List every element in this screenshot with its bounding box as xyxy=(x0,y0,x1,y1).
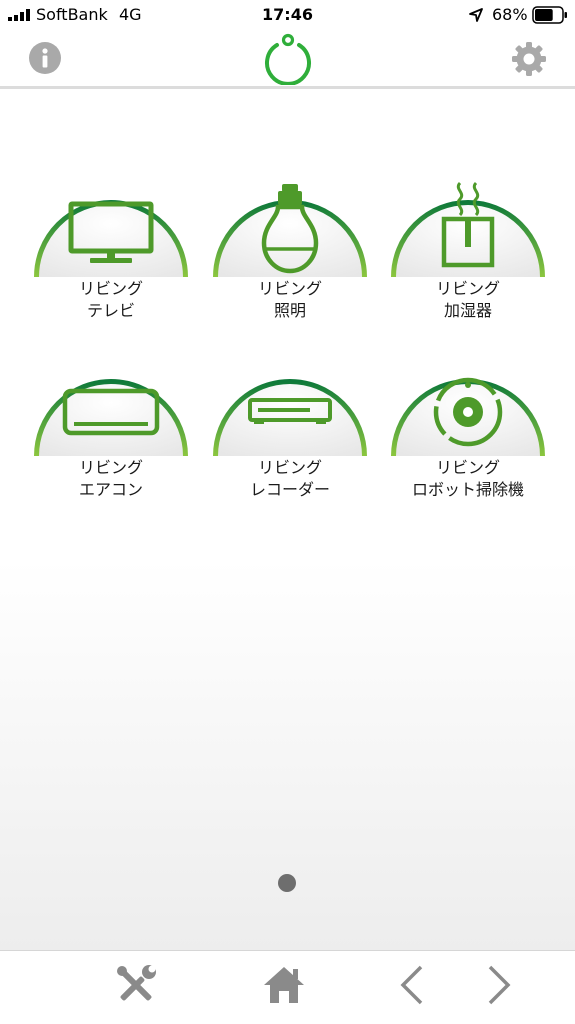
device-label: リビング 照明 xyxy=(210,278,370,322)
device-room-label: リビング xyxy=(78,458,143,477)
device-tile-air-conditioner[interactable]: リビング エアコン xyxy=(31,336,191,506)
light-bulb-icon xyxy=(261,184,319,274)
power-logo-icon xyxy=(265,33,311,85)
device-label: リビング テレビ xyxy=(31,278,191,322)
device-tile-light[interactable]: リビング 照明 xyxy=(210,157,370,327)
status-time: 17:46 xyxy=(262,5,313,24)
chevron-right-icon[interactable] xyxy=(476,963,520,1007)
device-room-label: リビング xyxy=(257,458,322,477)
robot-vacuum-icon xyxy=(433,377,503,447)
home-icon[interactable] xyxy=(262,963,306,1007)
device-type-label: ロボット掃除機 xyxy=(411,480,524,499)
battery-icon xyxy=(532,6,567,24)
device-type-label: 照明 xyxy=(273,301,306,320)
device-tile-tv[interactable]: リビング テレビ xyxy=(31,157,191,327)
device-tile-recorder[interactable]: リビング レコーダー xyxy=(210,336,370,506)
device-room-label: リビング xyxy=(78,279,143,298)
status-bar: SoftBank 4G 17:46 68% xyxy=(0,0,575,30)
page-indicator-dot xyxy=(278,874,296,892)
recorder-icon xyxy=(248,398,332,424)
gear-icon[interactable] xyxy=(511,41,547,77)
info-icon[interactable] xyxy=(29,42,61,74)
device-label: リビング レコーダー xyxy=(210,457,370,501)
tv-icon xyxy=(68,201,154,263)
location-arrow-icon xyxy=(469,8,483,22)
device-room-label: リビング xyxy=(435,458,500,477)
tools-icon[interactable] xyxy=(114,963,158,1007)
device-type-label: テレビ xyxy=(86,301,135,320)
bottom-toolbar xyxy=(0,950,575,1024)
device-arc xyxy=(213,379,367,456)
device-type-label: 加湿器 xyxy=(443,301,492,320)
device-label: リビング 加湿器 xyxy=(388,278,548,322)
app-header xyxy=(0,30,575,89)
device-tile-robot-vacuum[interactable]: リビング ロボット掃除機 xyxy=(388,336,548,506)
device-type-label: レコーダー xyxy=(249,480,330,499)
device-label: リビング ロボット掃除機 xyxy=(388,457,548,501)
device-tile-humidifier[interactable]: リビング 加湿器 xyxy=(388,157,548,327)
air-conditioner-icon xyxy=(62,388,160,436)
humidifier-icon xyxy=(441,181,495,268)
app-screen: SoftBank 4G 17:46 68% リビング テレビ リビング 照明 リ… xyxy=(0,0,575,1024)
device-room-label: リビング xyxy=(435,279,500,298)
device-room-label: リビング xyxy=(257,279,322,298)
chevron-left-icon[interactable] xyxy=(391,963,435,1007)
device-type-label: エアコン xyxy=(78,480,143,499)
device-label: リビング エアコン xyxy=(31,457,191,501)
battery-percent: 68% xyxy=(492,5,528,24)
